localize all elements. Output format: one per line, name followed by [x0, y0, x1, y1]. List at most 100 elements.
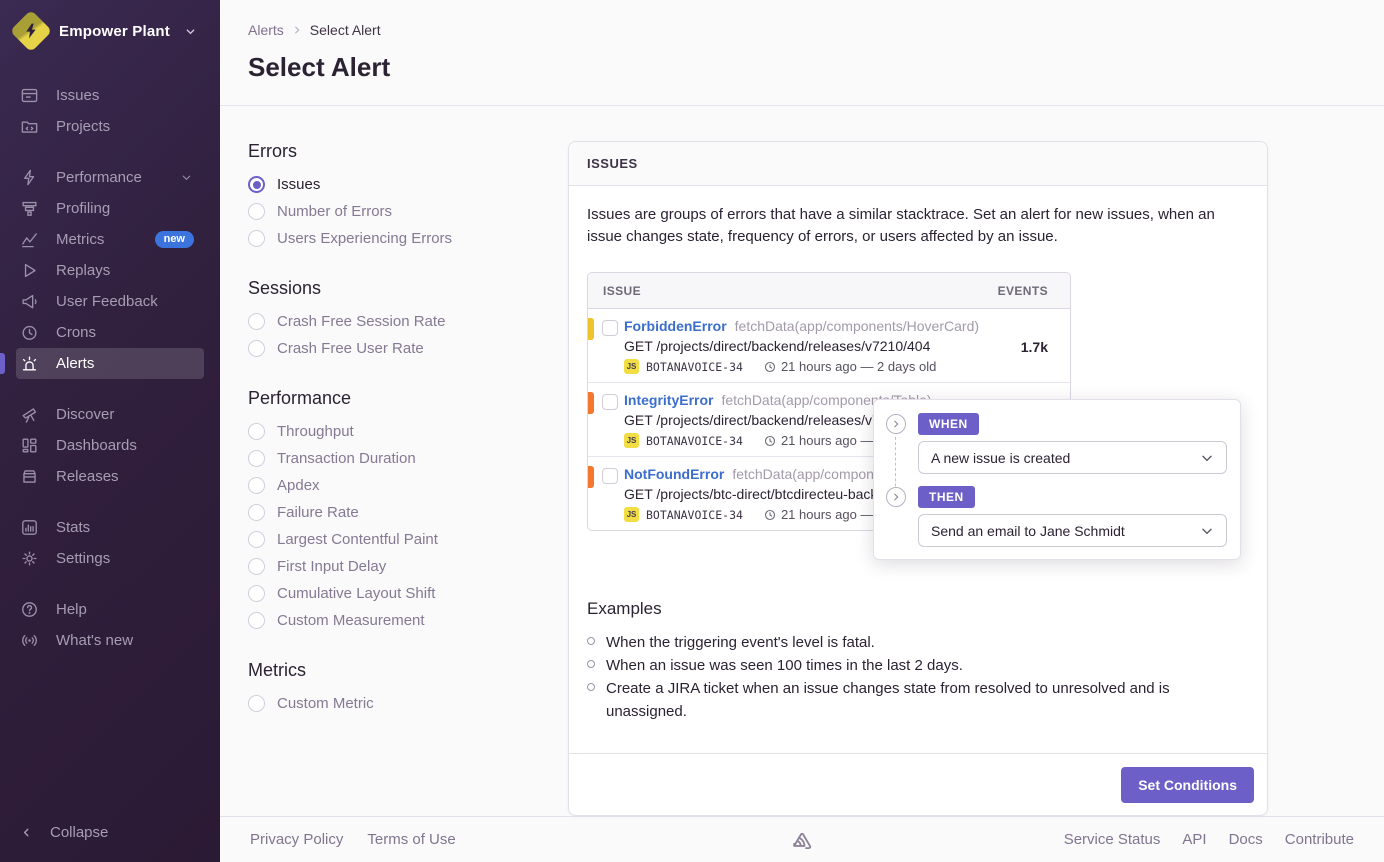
sidebar-item-label: Stats — [56, 519, 90, 536]
column-issue: ISSUE — [603, 284, 641, 298]
group-title: Performance — [248, 388, 568, 409]
contribute-link[interactable]: Contribute — [1285, 831, 1354, 848]
alert-option-throughput[interactable]: Throughput — [248, 418, 568, 445]
sidebar-item-releases[interactable]: Releases — [16, 461, 204, 492]
radio[interactable] — [248, 450, 265, 467]
page-footer: Privacy Policy Terms of Use Service Stat… — [220, 816, 1384, 862]
alert-option-largest-contentful-paint[interactable]: Largest Contentful Paint — [248, 526, 568, 553]
javascript-platform-icon: JS — [624, 507, 639, 522]
sidebar-item-settings[interactable]: Settings — [16, 543, 204, 574]
sidebar-item-replays[interactable]: Replays — [16, 255, 204, 286]
option-label: Custom Metric — [277, 695, 374, 712]
issue-title-link[interactable]: ForbiddenError — [624, 318, 727, 334]
docs-link[interactable]: Docs — [1229, 831, 1263, 848]
alert-option-number-of-errors[interactable]: Number of Errors — [248, 198, 568, 225]
level-indicator — [588, 392, 594, 414]
clock-icon — [20, 323, 39, 342]
alert-type-group-performance: Performance Throughput Transaction Durat… — [248, 388, 568, 634]
sidebar-item-label: User Feedback — [56, 293, 158, 310]
radio[interactable] — [248, 558, 265, 575]
radio[interactable] — [248, 203, 265, 220]
collapse-label: Collapse — [50, 824, 108, 841]
issue-checkbox[interactable] — [602, 394, 618, 410]
option-label: Apdex — [277, 477, 320, 494]
sidebar-item-crons[interactable]: Crons — [16, 317, 204, 348]
sidebar-item-help[interactable]: Help — [16, 594, 204, 625]
issue-title-link[interactable]: IntegrityError — [624, 392, 713, 408]
api-link[interactable]: API — [1182, 831, 1206, 848]
sidebar-item-dashboards[interactable]: Dashboards — [16, 430, 204, 461]
sidebar-item-performance[interactable]: Performance — [16, 162, 204, 193]
radio[interactable] — [248, 585, 265, 602]
examples-title: Examples — [587, 599, 1249, 619]
privacy-policy-link[interactable]: Privacy Policy — [250, 831, 343, 848]
terms-of-use-link[interactable]: Terms of Use — [367, 831, 455, 848]
group-title: Sessions — [248, 278, 568, 299]
sidebar-item-user-feedback[interactable]: User Feedback — [16, 286, 204, 317]
sidebar-item-metrics[interactable]: Metrics new — [16, 224, 204, 255]
alert-option-users-experiencing-errors[interactable]: Users Experiencing Errors — [248, 225, 568, 252]
radio[interactable] — [248, 531, 265, 548]
when-condition-select[interactable]: A new issue is created — [918, 441, 1227, 474]
option-label: Issues — [277, 176, 320, 193]
set-conditions-button[interactable]: Set Conditions — [1121, 767, 1254, 803]
radio[interactable] — [248, 313, 265, 330]
option-label: Cumulative Layout Shift — [277, 585, 435, 602]
broadcast-icon — [20, 631, 39, 650]
alert-option-custom-measurement[interactable]: Custom Measurement — [248, 607, 568, 634]
radio[interactable] — [248, 340, 265, 357]
alert-option-failure-rate[interactable]: Failure Rate — [248, 499, 568, 526]
alert-option-first-input-delay[interactable]: First Input Delay — [248, 553, 568, 580]
sidebar-item-alerts[interactable]: Alerts — [16, 348, 204, 379]
radio[interactable] — [248, 612, 265, 629]
radio[interactable] — [248, 230, 265, 247]
clock-icon — [764, 361, 776, 373]
then-action-value: Send an email to Jane Schmidt — [931, 523, 1125, 539]
issue-checkbox[interactable] — [602, 320, 618, 336]
alert-option-crash-free-user-rate[interactable]: Crash Free User Rate — [248, 335, 568, 362]
sidebar-item-issues[interactable]: Issues — [16, 80, 204, 111]
column-events: EVENTS — [998, 284, 1048, 298]
radio[interactable] — [248, 695, 265, 712]
issue-checkbox[interactable] — [602, 468, 618, 484]
option-label: Transaction Duration — [277, 450, 416, 467]
alert-option-custom-metric[interactable]: Custom Metric — [248, 690, 568, 717]
when-badge: WHEN — [918, 413, 979, 435]
radio[interactable] — [248, 504, 265, 521]
sidebar-item-projects[interactable]: Projects — [16, 111, 204, 142]
main-area: Alerts Select Alert Select Alert Errors … — [220, 0, 1384, 862]
option-label: Users Experiencing Errors — [277, 230, 452, 247]
content: Errors Issues Number of Errors Users Exp… — [220, 106, 1384, 816]
then-action-select[interactable]: Send an email to Jane Schmidt — [918, 514, 1227, 547]
example-item: When an issue was seen 100 times in the … — [587, 654, 1249, 677]
alert-option-issues[interactable]: Issues — [248, 171, 568, 198]
alert-option-crash-free-session-rate[interactable]: Crash Free Session Rate — [248, 308, 568, 335]
sidebar-item-profiling[interactable]: Profiling — [16, 193, 204, 224]
alert-option-apdex[interactable]: Apdex — [248, 472, 568, 499]
dashboards-icon — [20, 436, 39, 455]
sidebar-item-label: Profiling — [56, 200, 110, 217]
breadcrumb: Alerts Select Alert — [248, 22, 1356, 38]
sidebar-item-stats[interactable]: Stats — [16, 512, 204, 543]
radio[interactable] — [248, 423, 265, 440]
org-name: Empower Plant — [59, 23, 170, 40]
sidebar-collapse-button[interactable]: Collapse — [16, 817, 204, 848]
issue-title-link[interactable]: NotFoundError — [624, 466, 724, 482]
example-item: Create a JIRA ticket when an issue chang… — [587, 677, 1249, 723]
level-indicator — [588, 466, 594, 488]
profiling-icon — [20, 199, 39, 218]
breadcrumb-alerts-link[interactable]: Alerts — [248, 22, 284, 38]
group-title: Errors — [248, 141, 568, 162]
alert-option-transaction-duration[interactable]: Transaction Duration — [248, 445, 568, 472]
panel-header: ISSUES — [569, 142, 1267, 186]
sidebar-item-whats-new[interactable]: What's new — [16, 625, 204, 656]
clock-icon — [764, 509, 776, 521]
radio-selected[interactable] — [248, 176, 265, 193]
alert-wizard-card: WHEN A new issue is created THEN Send an… — [873, 399, 1241, 560]
org-switcher[interactable]: Empower Plant — [0, 0, 220, 56]
panel-description: Issues are groups of errors that have a … — [587, 204, 1237, 248]
radio[interactable] — [248, 477, 265, 494]
alert-option-cumulative-layout-shift[interactable]: Cumulative Layout Shift — [248, 580, 568, 607]
sidebar-item-discover[interactable]: Discover — [16, 399, 204, 430]
service-status-link[interactable]: Service Status — [1064, 831, 1161, 848]
